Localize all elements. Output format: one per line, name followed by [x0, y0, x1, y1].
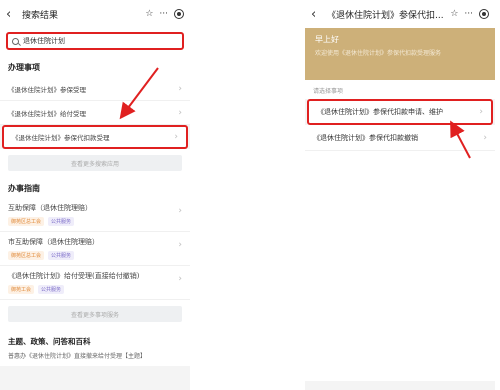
guide-tag: 公共服务 — [48, 251, 75, 260]
service-screen: ‹ 《退休住院计划》参保代扣... ☆ ··· 早上好 欢迎使用《退休住院计划》… — [305, 0, 495, 390]
affair-item-highlighted[interactable]: 《退休住院计划》参保代扣款受理 › — [2, 125, 188, 149]
back-icon[interactable]: ‹ — [311, 7, 323, 22]
guide-tag: 御苑区总工会 — [8, 251, 45, 260]
target-icon[interactable] — [174, 9, 184, 19]
chevron-right-icon: › — [178, 274, 182, 284]
search-results-screen: ‹ 搜索结果 ☆ ··· 退休住院计划 办理事项 《退休住院计划》参保受理 › … — [0, 0, 190, 390]
affair-label: 《退休住院计划》给付受理 — [8, 109, 86, 118]
guide-tag: 御苑工会 — [8, 285, 35, 294]
search-row: 退休住院计划 — [0, 28, 190, 56]
blank-area — [305, 151, 495, 381]
more-icon[interactable]: ··· — [159, 9, 168, 19]
more-apps-button-wrap: 查看更多搜索应用 — [0, 149, 190, 177]
top-bar: ‹ 《退休住院计划》参保代扣... ☆ ··· — [305, 0, 495, 28]
search-input[interactable]: 退休住院计划 — [6, 32, 184, 50]
guide-item[interactable]: 《退休住院计划》给付受理(直接给付撤销) 御苑工会 公共服务 › — [0, 266, 190, 300]
section-bottom-title: 主题、政策、问答和百科 — [0, 328, 190, 351]
chevron-right-icon: › — [479, 107, 483, 117]
service-label: 《退休住院计划》参保代扣款撤销 — [313, 133, 418, 142]
welcome-banner: 早上好 欢迎使用《退休住院计划》参保代扣款受理服务 — [305, 28, 495, 80]
search-value: 退休住院计划 — [23, 37, 65, 45]
guide-tag: 公共服务 — [48, 217, 75, 226]
greeting: 早上好 — [315, 35, 339, 44]
chevron-right-icon: › — [483, 132, 487, 143]
more-services-button-wrap: 查看更多事项服务 — [0, 300, 190, 328]
back-icon[interactable]: ‹ — [6, 7, 18, 22]
star-icon[interactable]: ☆ — [145, 9, 153, 19]
affair-label: 《退休住院计划》参保代扣款受理 — [12, 134, 110, 142]
guide-title: 市互助保障（退休住院理赔） — [8, 238, 99, 246]
welcome-text: 欢迎使用《退休住院计划》参保代扣款受理服务 — [315, 50, 442, 57]
section-affairs-title: 办理事项 — [0, 56, 190, 77]
affair-label: 《退休住院计划》参保受理 — [8, 85, 86, 94]
chevron-right-icon: › — [178, 107, 182, 118]
guide-tag: 御苑区总工会 — [8, 217, 45, 226]
service-item-highlighted[interactable]: 《退休住院计划》参保代扣款申请、维护 › — [307, 99, 493, 125]
guide-title: 互助保障（退休住院理赔） — [8, 204, 92, 212]
page-title: 搜索结果 — [22, 10, 59, 21]
search-icon — [12, 37, 19, 45]
chevron-right-icon: › — [174, 132, 178, 142]
target-icon[interactable] — [479, 9, 489, 19]
service-item[interactable]: 《退休住院计划》参保代扣款撤销 › — [305, 125, 495, 151]
top-bar: ‹ 搜索结果 ☆ ··· — [0, 0, 190, 28]
star-icon[interactable]: ☆ — [450, 9, 458, 19]
guide-tag: 公共服务 — [38, 285, 65, 294]
select-prompt: 请选择事项 — [305, 80, 495, 99]
affair-item[interactable]: 《退休住院计划》参保受理 › — [0, 77, 190, 101]
more-icon[interactable]: ··· — [464, 9, 473, 19]
service-label: 《退休住院计划》参保代扣款申请、维护 — [317, 108, 443, 116]
chevron-right-icon: › — [178, 83, 182, 94]
chevron-right-icon: › — [178, 240, 182, 250]
guide-title: 《退休住院计划》给付受理(直接给付撤销) — [8, 272, 140, 280]
more-apps-button[interactable]: 查看更多搜索应用 — [8, 155, 182, 171]
guide-item[interactable]: 市互助保障（退休住院理赔） 御苑区总工会 公共服务 › — [0, 232, 190, 266]
more-services-button[interactable]: 查看更多事项服务 — [8, 306, 182, 322]
bottom-result-text[interactable]: 普惠办《退休住院计划》直接撤来给付受理【主题】 — [0, 351, 190, 366]
section-guide-title: 办事指南 — [0, 177, 190, 198]
chevron-right-icon: › — [178, 206, 182, 216]
affair-item[interactable]: 《退休住院计划》给付受理 › — [0, 101, 190, 125]
page-title: 《退休住院计划》参保代扣... — [327, 10, 444, 21]
guide-item[interactable]: 互助保障（退休住院理赔） 御苑区总工会 公共服务 › — [0, 198, 190, 232]
